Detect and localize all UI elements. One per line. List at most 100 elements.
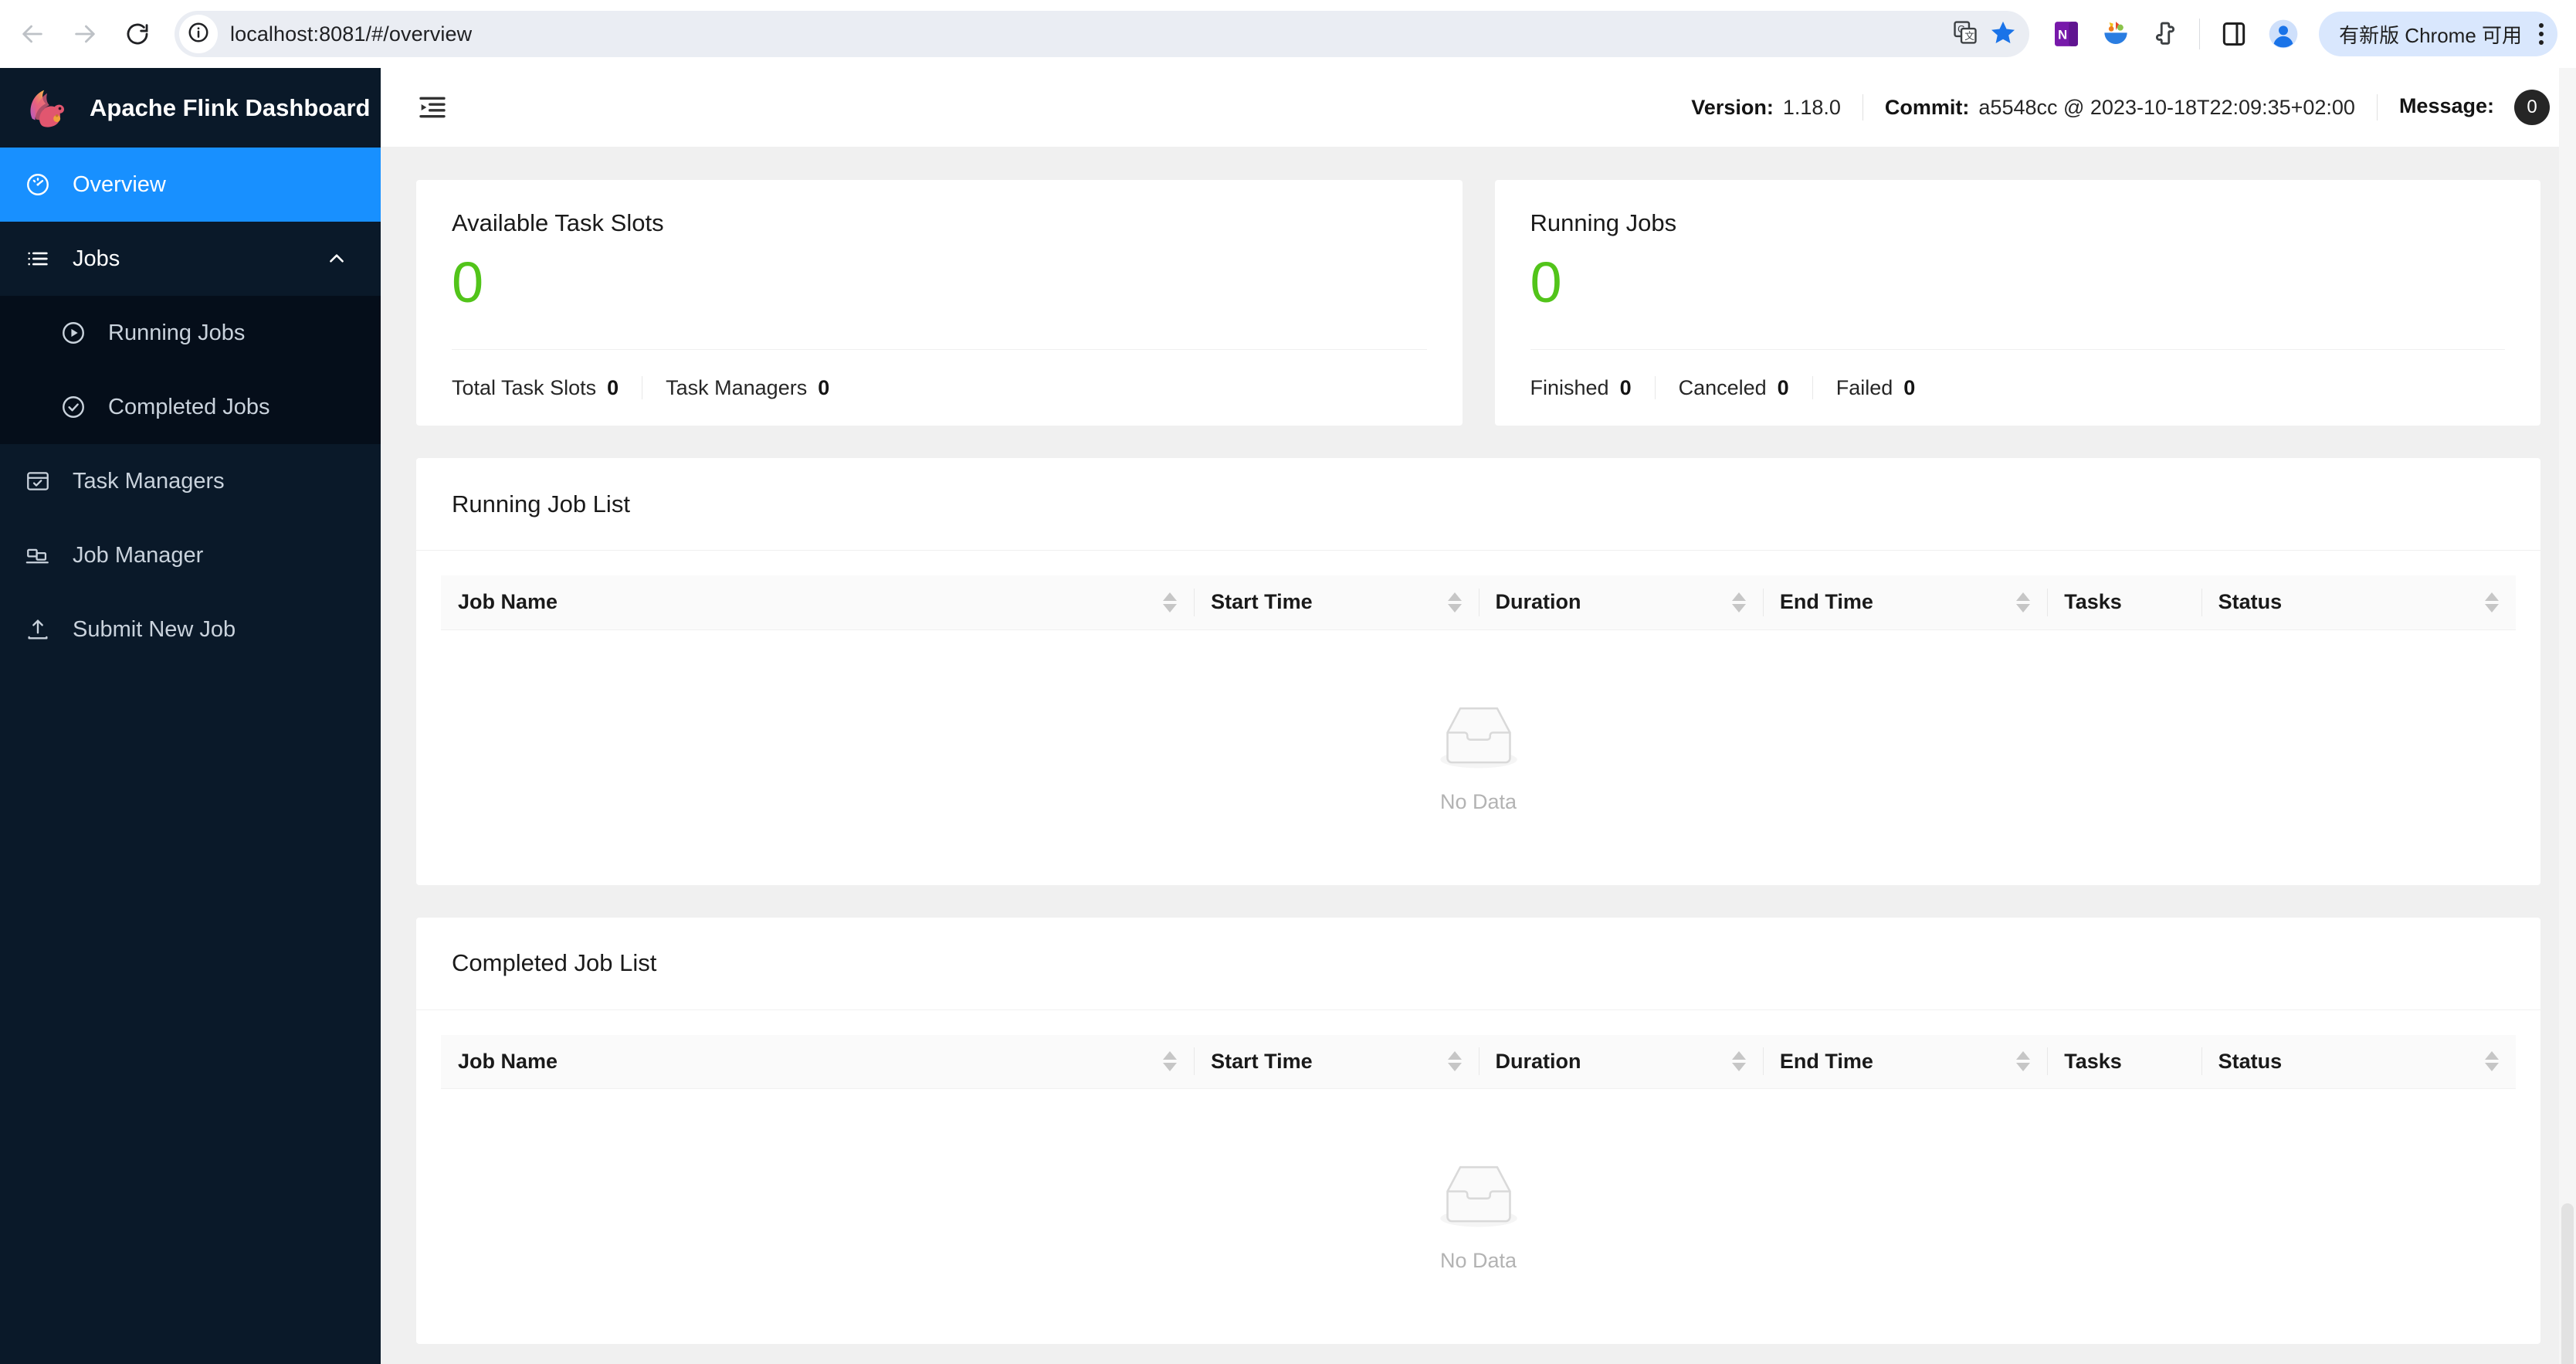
column-header-duration[interactable]: Duration bbox=[1478, 575, 1763, 630]
stat-value: 0 bbox=[1777, 375, 1789, 399]
address-bar-url[interactable]: localhost:8081/#/overview bbox=[230, 22, 472, 46]
column-header-job-name[interactable]: Job Name bbox=[441, 575, 1195, 630]
sidebar-item-jobs[interactable]: Jobs bbox=[0, 222, 381, 296]
sidebar-nav: Overview Jobs Running Jobs Completed Job… bbox=[0, 148, 381, 667]
sort-icon[interactable] bbox=[1731, 592, 1746, 612]
page-scrollbar[interactable] bbox=[2559, 68, 2576, 1364]
back-button[interactable] bbox=[8, 9, 57, 59]
sort-icon[interactable] bbox=[1447, 592, 1462, 612]
sort-icon[interactable] bbox=[2485, 1051, 2499, 1072]
message-count-badge[interactable]: 0 bbox=[2514, 90, 2550, 125]
browser-nav-buttons bbox=[8, 9, 162, 59]
job-manager-icon bbox=[25, 542, 51, 568]
forward-button[interactable] bbox=[60, 9, 110, 59]
column-header-duration[interactable]: Duration bbox=[1478, 1034, 1763, 1089]
version-label: Version: bbox=[1691, 95, 1774, 119]
column-label: End Time bbox=[1779, 1049, 1873, 1073]
star-icon[interactable] bbox=[1989, 19, 2017, 50]
sidebar-item-label: Jobs bbox=[73, 246, 120, 271]
column-header-job-name[interactable]: Job Name bbox=[441, 1034, 1195, 1089]
profile-avatar-icon[interactable] bbox=[2262, 12, 2305, 56]
sidebar-item-label: Overview bbox=[73, 171, 166, 197]
column-label: Job Name bbox=[458, 590, 558, 614]
sidebar-item-label: Job Manager bbox=[73, 542, 204, 568]
canceled-jobs-stat: Canceled 0 bbox=[1679, 376, 1789, 400]
available-task-slots-value: 0 bbox=[452, 250, 484, 314]
sidebar-item-job-manager[interactable]: Job Manager bbox=[0, 518, 381, 592]
check-circle-icon bbox=[60, 394, 86, 420]
side-panel-icon[interactable] bbox=[2212, 12, 2256, 56]
column-header-end-time[interactable]: End Time bbox=[1762, 1034, 2048, 1089]
page-scrollbar-thumb[interactable] bbox=[2561, 1203, 2574, 1364]
salad-extension-icon[interactable] bbox=[2094, 12, 2137, 56]
finished-jobs-stat: Finished 0 bbox=[1530, 376, 1632, 400]
sidebar-item-submit-new-job[interactable]: Submit New Job bbox=[0, 592, 381, 667]
completed-job-list-panel: Completed Job List Job Name Start Time D… bbox=[416, 917, 2540, 1345]
address-bar[interactable]: localhost:8081/#/overview G文 bbox=[175, 11, 2030, 57]
sidebar-submenu-jobs: Running Jobs Completed Jobs bbox=[0, 296, 381, 444]
toolbar-divider bbox=[2199, 19, 2201, 49]
translate-icon[interactable]: G文 bbox=[1952, 19, 1978, 49]
meta-divider bbox=[2376, 94, 2378, 120]
sidebar-item-label: Task Managers bbox=[73, 468, 225, 494]
column-header-status[interactable]: Status bbox=[2201, 575, 2516, 630]
column-label: End Time bbox=[1779, 590, 1873, 614]
main-area: Version: 1.18.0 Commit: a5548cc @ 2023-1… bbox=[381, 68, 2576, 1364]
panel-body: Job Name Start Time Duration End Time Ta… bbox=[416, 1010, 2540, 1345]
top-bar: Version: 1.18.0 Commit: a5548cc @ 2023-1… bbox=[381, 68, 2576, 148]
column-label: Status bbox=[2218, 590, 2283, 614]
reload-button[interactable] bbox=[113, 9, 162, 59]
column-label: Start Time bbox=[1211, 1049, 1313, 1073]
card-title: Running Jobs bbox=[1530, 209, 1677, 236]
sidebar-item-label: Submit New Job bbox=[73, 616, 236, 642]
flink-squirrel-logo bbox=[25, 84, 73, 132]
sidebar-item-task-managers[interactable]: Task Managers bbox=[0, 444, 381, 518]
column-header-start-time[interactable]: Start Time bbox=[1194, 1034, 1479, 1089]
stat-label: Canceled bbox=[1678, 375, 1767, 399]
task-managers-icon bbox=[25, 468, 51, 494]
task-managers-stat: Task Managers 0 bbox=[666, 376, 829, 400]
stat-label: Total Task Slots bbox=[452, 375, 597, 399]
sort-icon[interactable] bbox=[2016, 592, 2031, 612]
sort-icon[interactable] bbox=[2016, 1051, 2031, 1072]
column-label: Status bbox=[2218, 1049, 2283, 1073]
sidebar-item-running-jobs[interactable]: Running Jobs bbox=[0, 296, 381, 370]
menu-fold-icon[interactable] bbox=[415, 90, 450, 125]
failed-jobs-stat: Failed 0 bbox=[1836, 376, 1916, 400]
sort-icon[interactable] bbox=[1163, 592, 1178, 612]
empty-state-text: No Data bbox=[1439, 1249, 1517, 1272]
site-info-button[interactable] bbox=[179, 15, 218, 53]
commit-value: a5548cc @ 2023-10-18T22:09:35+02:00 bbox=[1978, 95, 2355, 119]
browser-chrome: localhost:8081/#/overview G文 N bbox=[0, 0, 2576, 68]
panel-title: Completed Job List bbox=[452, 949, 657, 976]
column-header-status[interactable]: Status bbox=[2201, 1034, 2516, 1089]
list-icon bbox=[25, 246, 51, 272]
svg-text:文: 文 bbox=[1964, 30, 1974, 42]
sort-icon[interactable] bbox=[1163, 1051, 1178, 1072]
sort-icon[interactable] bbox=[1447, 1051, 1462, 1072]
card-footer: Finished 0 Canceled 0 Failed 0 bbox=[1530, 350, 2506, 426]
empty-inbox-icon bbox=[1433, 1160, 1524, 1235]
column-header-start-time[interactable]: Start Time bbox=[1194, 575, 1479, 630]
sort-icon[interactable] bbox=[2485, 592, 2499, 612]
column-label: Tasks bbox=[2064, 590, 2122, 614]
column-header-end-time[interactable]: End Time bbox=[1762, 575, 2048, 630]
message-label: Message: bbox=[2398, 94, 2494, 117]
chrome-update-button[interactable]: 有新版 Chrome 可用 bbox=[2319, 12, 2557, 56]
table-header-row: Job Name Start Time Duration End Time Ta… bbox=[441, 575, 2516, 630]
completed-jobs-empty-state: No Data bbox=[441, 1089, 2516, 1344]
column-label: Tasks bbox=[2064, 1049, 2122, 1073]
puzzle-extension-icon[interactable] bbox=[2144, 12, 2187, 56]
panel-header: Running Job List bbox=[416, 458, 2540, 551]
column-label: Duration bbox=[1495, 1049, 1581, 1073]
sidebar-item-completed-jobs[interactable]: Completed Jobs bbox=[0, 370, 381, 444]
message-info[interactable]: Message: 0 bbox=[2399, 90, 2550, 125]
chevron-up-icon[interactable] bbox=[327, 249, 347, 269]
sort-icon[interactable] bbox=[1731, 1051, 1746, 1072]
brand-header[interactable]: Apache Flink Dashboard bbox=[0, 68, 381, 148]
onenote-extension-icon[interactable]: N bbox=[2045, 12, 2088, 56]
play-circle-icon bbox=[60, 320, 86, 346]
sidebar-item-overview[interactable]: Overview bbox=[0, 148, 381, 222]
kebab-menu-icon[interactable] bbox=[2533, 23, 2550, 45]
app-shell: Apache Flink Dashboard Overview Jobs Run… bbox=[0, 68, 2576, 1364]
